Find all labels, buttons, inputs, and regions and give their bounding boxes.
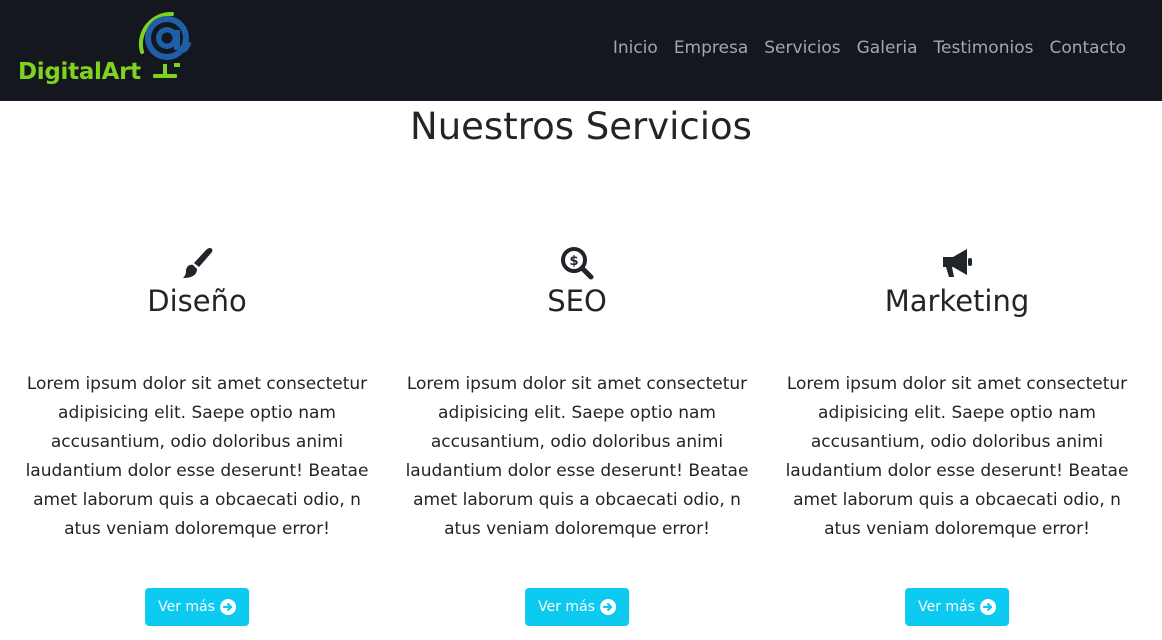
service-title: Diseño [147, 284, 247, 318]
service-title: Marketing [884, 284, 1030, 318]
page-title: Nuestros Servicios [410, 105, 752, 148]
brand-logo[interactable]: DigitalArt [14, 8, 199, 88]
button-label: Ver más [158, 599, 215, 615]
service-card-marketing: Marketing Lorem ipsum dolor sit amet con… [777, 245, 1137, 626]
bullhorn-icon [943, 249, 972, 277]
button-label: Ver más [918, 599, 975, 615]
paint-brush-icon [183, 248, 213, 278]
service-description: Lorem ipsum dolor sit amet consectetur a… [25, 374, 369, 539]
service-description: Lorem ipsum dolor sit amet consectetur a… [405, 374, 749, 539]
brand-name: DigitalArt [18, 59, 141, 85]
nav-item-contacto[interactable]: Contacto [1041, 37, 1134, 59]
ver-mas-button[interactable]: Ver más [905, 588, 1009, 626]
nav-item-testimonios[interactable]: Testimonios [926, 37, 1042, 59]
arrow-circle-right-icon [219, 599, 236, 615]
arrow-circle-right-icon [599, 599, 616, 615]
service-description: Lorem ipsum dolor sit amet consectetur a… [785, 374, 1129, 539]
ver-mas-button[interactable]: Ver más [145, 588, 249, 626]
navbar: DigitalArt Inicio Empresa Servicios Gale… [0, 0, 1162, 101]
nav-item-empresa[interactable]: Empresa [666, 37, 756, 59]
button-label: Ver más [538, 599, 595, 615]
search-dollar-icon: $ [561, 247, 594, 280]
svg-text:$: $ [569, 254, 578, 269]
arrow-circle-right-icon [979, 599, 996, 615]
service-title: SEO [547, 284, 607, 318]
main-nav: Inicio Empresa Servicios Galeria Testimo… [605, 37, 1134, 59]
service-card-diseno: Diseño Lorem ipsum dolor sit amet consec… [17, 245, 377, 626]
nav-item-servicios[interactable]: Servicios [756, 37, 848, 59]
nav-item-inicio[interactable]: Inicio [605, 37, 666, 59]
service-card-seo: $ SEO Lorem ipsum dolor sit amet consect… [397, 245, 757, 626]
ver-mas-button[interactable]: Ver más [525, 588, 629, 626]
nav-item-galeria[interactable]: Galeria [849, 37, 926, 59]
